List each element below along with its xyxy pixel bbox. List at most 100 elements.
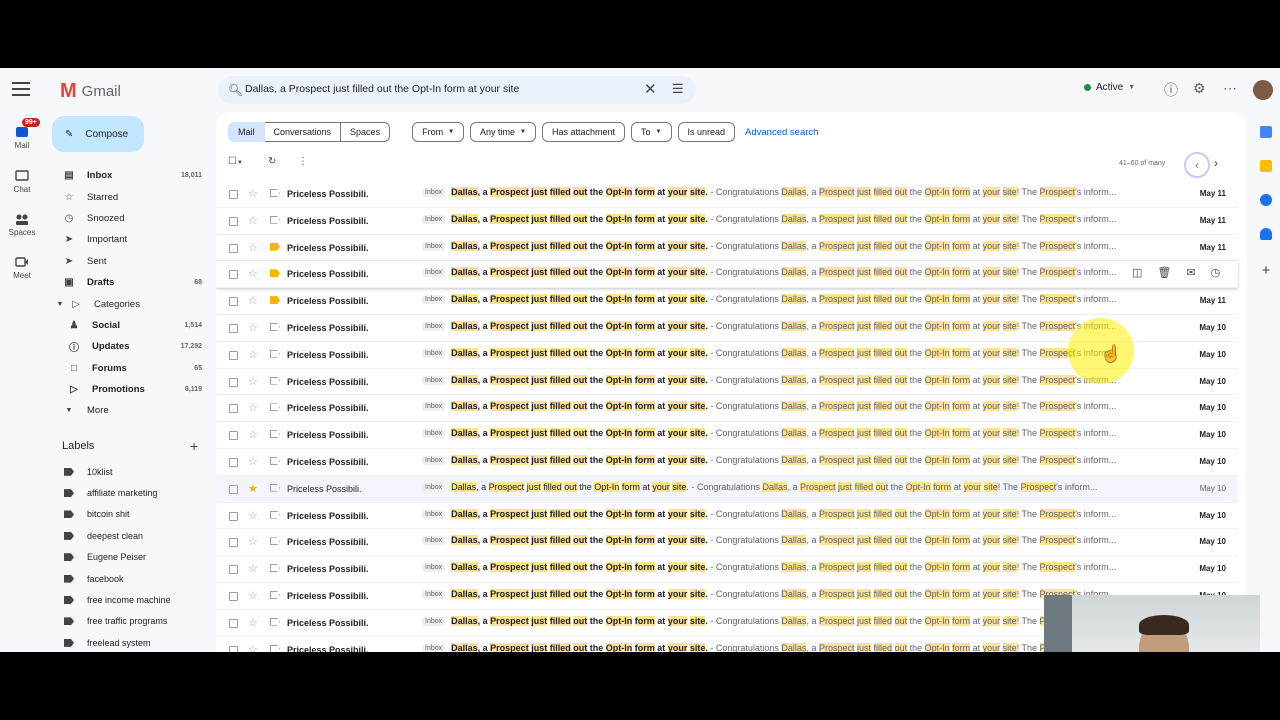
add-label-icon[interactable]: + [190,438,198,454]
nav-drafts[interactable]: ▣ Drafts 68 [52,272,208,293]
advanced-search-link[interactable]: Advanced search [745,127,818,138]
importance-marker-icon[interactable] [270,430,280,439]
avatar[interactable] [1253,80,1273,100]
email-row[interactable]: ☆ Priceless Possibili. Inbox Dallas, a Pros… [216,422,1238,449]
star-icon[interactable]: ★ [248,482,258,495]
star-icon[interactable]: ☆ [248,428,258,441]
email-row[interactable]: ☆ Priceless Possibili. Inbox Dallas, a Pros… [216,502,1238,530]
more-options-icon[interactable]: ⋮ [298,156,308,167]
nav-promotions[interactable]: ▷ Promotions 8,119 [52,379,208,400]
row-checkbox[interactable] [229,645,238,652]
label-item[interactable]: freelead system [60,632,210,652]
label-item[interactable]: bitcoin shit [60,504,210,525]
keep-icon[interactable] [1260,160,1272,172]
search-input[interactable]: Dallas, a Prospect just filled out the O… [245,83,519,95]
star-icon[interactable]: ☆ [248,589,258,602]
importance-marker-icon[interactable] [270,403,280,412]
label-item[interactable]: deepest clean [60,525,210,546]
nav-categories[interactable]: ▼ ▷ Categories [52,293,208,314]
row-checkbox[interactable] [229,618,238,628]
gmail-logo[interactable]: M Gmail [60,80,121,103]
chip-to[interactable]: To ▼ [631,122,672,142]
label-item[interactable]: facebook [60,568,210,589]
row-checkbox[interactable] [229,538,238,548]
main-menu-icon[interactable] [12,82,30,96]
row-checkbox[interactable] [229,591,238,601]
help-icon[interactable]: ⓘ [1164,80,1178,100]
clear-search-icon[interactable]: ✕ [644,80,657,98]
label-item[interactable]: Eugene Peiser [60,547,210,568]
importance-marker-icon[interactable] [270,590,280,599]
email-row[interactable]: ☆ Priceless Possibili. Inbox Dallas, a Pros… [216,181,1238,208]
importance-marker-icon[interactable] [270,376,280,385]
star-icon[interactable]: ☆ [248,616,258,629]
chip-spaces[interactable]: Spaces [341,122,391,142]
row-checkbox[interactable] [229,484,238,494]
star-icon[interactable]: ☆ [248,401,258,414]
nav-forums[interactable]: □ Forums 65 [52,358,208,379]
chip-mail[interactable]: Mail [228,122,265,142]
delete-icon[interactable]: 🗑︎ [1157,266,1171,279]
chip-conversations[interactable]: Conversations [264,122,342,142]
email-row[interactable]: ☆ Priceless Possibili. Inbox Dallas, a Pros… [216,529,1238,557]
importance-marker-icon[interactable] [270,322,280,331]
row-checkbox[interactable] [229,270,238,280]
label-item[interactable]: 10klist [60,461,210,482]
star-icon[interactable]: ☆ [248,643,258,652]
email-row[interactable]: ☆ Priceless Possibili. Inbox Dallas, a Pros… [216,448,1238,476]
row-checkbox[interactable] [229,457,238,467]
importance-marker-icon[interactable] [270,483,280,492]
snooze-icon[interactable]: ◷ [1211,266,1221,279]
search-icon[interactable]: 🔍︎ [228,83,243,97]
importance-marker-icon[interactable] [270,617,280,626]
star-icon[interactable]: ☆ [248,375,258,388]
nav-more[interactable]: ▼ More [52,400,208,421]
chip-is-unread[interactable]: Is unread [677,122,736,142]
row-checkbox[interactable] [229,431,238,441]
star-icon[interactable]: ☆ [248,294,258,307]
email-row[interactable]: ☆ Priceless Possibili. Inbox Dallas, a Pros… [216,207,1238,235]
star-icon[interactable]: ☆ [248,187,258,200]
email-row[interactable]: ☆ Priceless Possibili. Inbox Dallas, a Pros… [216,288,1238,315]
row-checkbox[interactable] [229,350,238,360]
rail-meet[interactable]: Meet [0,256,44,280]
importance-marker-icon[interactable] [270,564,280,573]
star-icon[interactable]: ☆ [248,267,258,280]
row-checkbox[interactable] [229,323,238,333]
star-icon[interactable]: ☆ [248,562,258,575]
email-row[interactable]: ☆ Priceless Possibili. Inbox Dallas, a Pros… [216,395,1238,423]
status-selector[interactable]: Active ▼ [1084,82,1135,93]
nav-snoozed[interactable]: ◷ Snoozed [52,208,208,229]
search-bar[interactable]: 🔍︎ Dallas, a Prospect just filled out th… [218,76,696,104]
star-icon[interactable]: ☆ [248,214,258,227]
importance-marker-icon[interactable] [270,215,280,224]
row-checkbox[interactable] [229,377,238,387]
nav-important[interactable]: ➤ Important [52,229,208,250]
row-checkbox[interactable] [229,404,238,414]
tasks-icon[interactable] [1260,194,1272,206]
row-checkbox[interactable] [229,216,238,226]
rail-chat[interactable]: Chat [0,170,44,194]
row-checkbox[interactable] [229,243,238,253]
nav-sent[interactable]: ➤ Sent [52,251,208,272]
star-icon[interactable]: ☆ [248,455,258,468]
search-options-icon[interactable]: ☰ [672,81,684,97]
label-item[interactable]: free traffic programs [60,611,210,632]
gear-icon[interactable]: ⚙ [1193,80,1206,97]
chip-from[interactable]: From ▼ [412,122,465,142]
importance-marker-icon[interactable] [270,189,280,197]
importance-marker-icon[interactable] [270,269,280,278]
refresh-icon[interactable]: ↻ [268,156,276,167]
apps-grid-icon[interactable]: ⋯ [1223,80,1237,97]
rail-mail[interactable]: 99+ Mail [0,118,44,150]
calendar-icon[interactable] [1260,126,1272,138]
importance-marker-icon[interactable] [270,296,280,305]
star-icon[interactable]: ☆ [248,241,258,254]
chip-has-attachment[interactable]: Has attachment [542,122,626,142]
importance-marker-icon[interactable] [270,242,280,251]
nav-inbox[interactable]: ▤ Inbox 18,011 [52,165,208,186]
row-checkbox[interactable] [229,565,238,575]
star-icon[interactable]: ☆ [248,509,258,522]
importance-marker-icon[interactable] [270,349,280,358]
email-row[interactable]: ☆ Priceless Possibili. Inbox Dallas, a Pros… [216,234,1238,262]
